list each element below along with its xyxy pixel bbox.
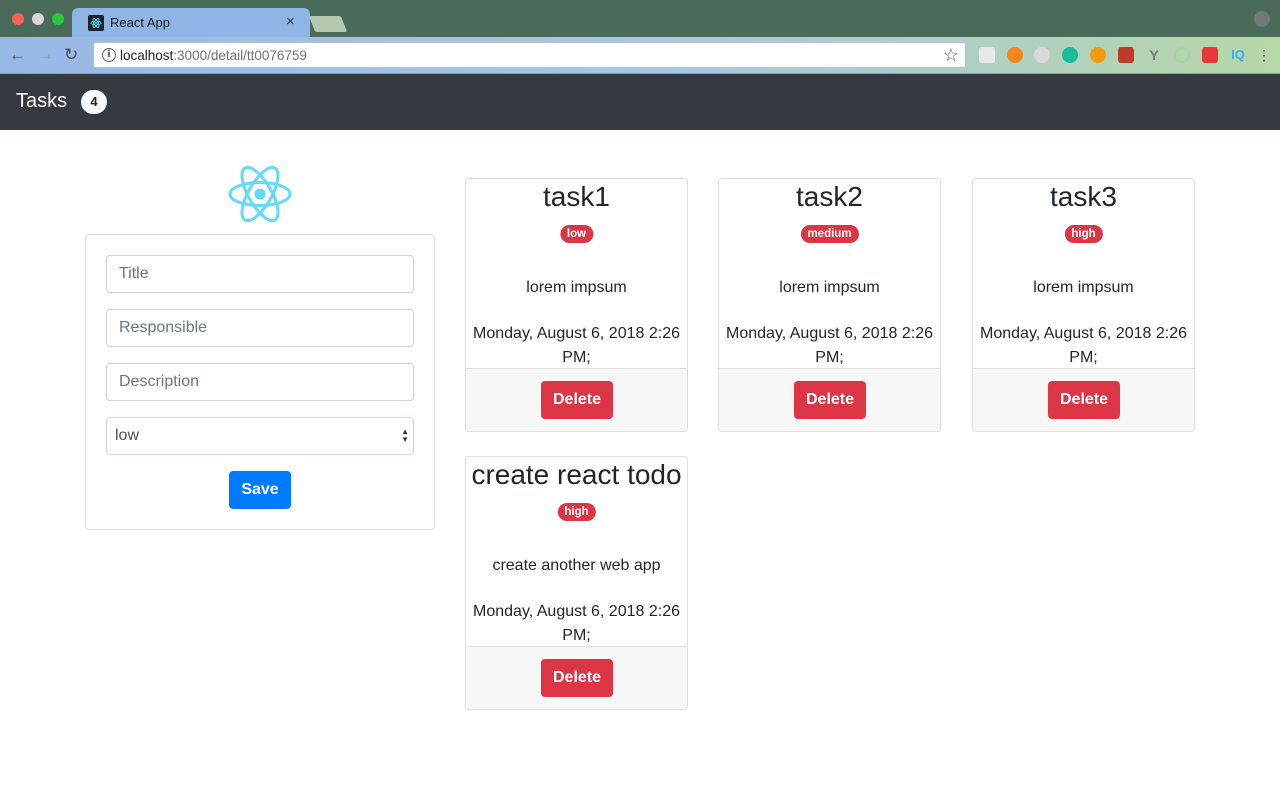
browser-tab[interactable]: React App × (72, 8, 310, 38)
priority-badge: low (559, 225, 594, 243)
task-date: Monday, August 6, 2018 2:26 PM; (473, 325, 680, 366)
react-logo-icon (227, 160, 293, 228)
priority-badge: high (557, 503, 596, 521)
task-card: task2 medium lorem impsum Monday, August… (718, 178, 941, 432)
task-count-badge: 4 (81, 90, 107, 114)
save-button[interactable]: Save (229, 471, 291, 509)
address-bar[interactable]: i localhost:3000/detail/tt0076759 ☆ (93, 42, 966, 68)
task-date: Monday, August 6, 2018 2:26 PM; (726, 325, 933, 366)
bookmark-star-icon[interactable]: ☆ (943, 45, 959, 66)
window-close-button[interactable] (12, 13, 24, 25)
browser-toolbar: ← → ↻ i localhost:3000/detail/tt0076759 … (0, 37, 1280, 74)
window-maximize-button[interactable] (52, 13, 64, 25)
reload-icon[interactable]: ↻ (64, 45, 78, 65)
eyedropper-icon[interactable] (979, 47, 995, 63)
ring-ext-icon[interactable] (1174, 47, 1190, 63)
task-title: task1 (543, 181, 610, 212)
priority-badge: medium (800, 225, 859, 243)
more-icon[interactable]: ⋮ (1256, 47, 1272, 63)
task-card-footer: Delete (719, 368, 940, 431)
delete-button[interactable]: Delete (541, 659, 613, 697)
profile-icon[interactable] (1254, 11, 1270, 27)
task-card-footer: Delete (466, 368, 687, 431)
new-tab-button[interactable] (308, 16, 348, 32)
info-icon[interactable]: i (102, 48, 116, 62)
task-card-footer: Delete (466, 646, 687, 709)
navbar-brand[interactable]: Tasks (16, 90, 67, 113)
red-ext-icon[interactable] (1118, 47, 1134, 63)
task-card-footer: Delete (973, 368, 1194, 431)
task-card: create react todo high create another we… (465, 456, 688, 710)
window-minimize-button[interactable] (32, 13, 44, 25)
task-date: Monday, August 6, 2018 2:26 PM; (980, 325, 1187, 366)
react-favicon-icon (88, 15, 104, 31)
task-description: create another web app (492, 557, 661, 574)
task-date: Monday, August 6, 2018 2:26 PM; (473, 603, 680, 644)
task-form: Title Responsible Description low ▲ ▼ Sav… (85, 234, 435, 530)
metamask-icon[interactable] (1007, 47, 1023, 63)
task-description: lorem impsum (1033, 279, 1134, 296)
task-description: lorem impsum (779, 279, 880, 296)
responsible-input[interactable]: Responsible (106, 309, 414, 347)
task-card: task3 high lorem impsum Monday, August 6… (972, 178, 1195, 432)
priority-select[interactable]: low ▲ ▼ (106, 417, 414, 455)
circle-ext-icon[interactable] (1034, 47, 1050, 63)
forward-arrow-icon[interactable]: → (37, 45, 54, 65)
task-card: task1 low lorem impsum Monday, August 6,… (465, 178, 688, 432)
title-input[interactable]: Title (106, 255, 414, 293)
delete-button[interactable]: Delete (794, 381, 866, 419)
m-ext-icon[interactable] (1062, 47, 1078, 63)
browser-titlebar: React App × (0, 0, 1280, 38)
app-navbar: Tasks (0, 74, 1280, 130)
url-text[interactable]: localhost:3000/detail/tt0076759 (120, 48, 307, 63)
select-arrows-icon: ▲ ▼ (401, 427, 409, 444)
delete-button[interactable]: Delete (1048, 381, 1120, 419)
task-title: task2 (796, 181, 863, 212)
y-ext-icon[interactable]: Y (1146, 47, 1162, 63)
description-input[interactable]: Description (106, 363, 414, 401)
task-description: lorem impsum (526, 279, 627, 296)
tab-close-icon[interactable]: × (286, 13, 295, 30)
priority-selected-value: low (115, 427, 140, 444)
tab-title: React App (110, 15, 170, 30)
cors-ext-icon[interactable] (1202, 47, 1218, 63)
iq-ext-icon[interactable]: IQ (1230, 47, 1246, 63)
task-title: create react todo (471, 459, 682, 490)
task-title: task3 (1050, 181, 1117, 212)
priority-badge: high (1064, 225, 1103, 243)
back-arrow-icon[interactable]: ← (9, 45, 26, 65)
delete-button[interactable]: Delete (541, 381, 613, 419)
fire-ext-icon[interactable] (1090, 47, 1106, 63)
